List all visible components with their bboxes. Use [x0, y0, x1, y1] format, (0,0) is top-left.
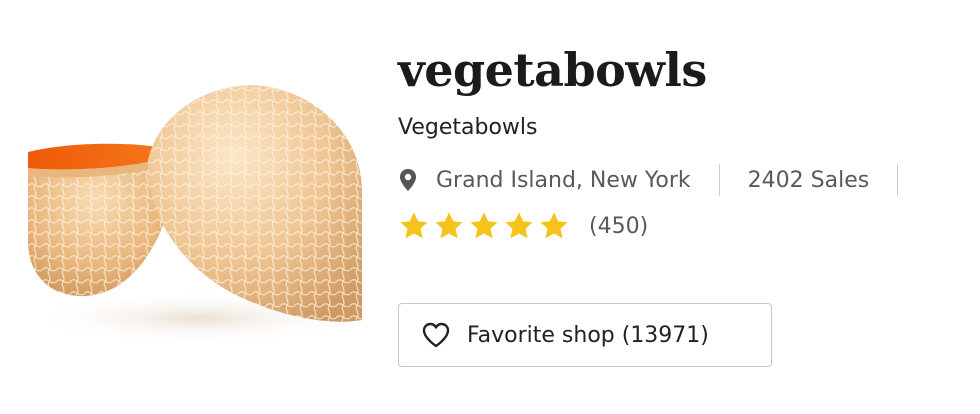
review-count[interactable]: (450)	[589, 214, 648, 239]
melon-bowls-image	[28, 85, 362, 344]
favorite-shop-label: Favorite shop (13971)	[467, 322, 709, 348]
shop-image	[28, 72, 362, 364]
rating-stars	[398, 210, 573, 242]
shop-name: vegetabowls	[398, 43, 707, 97]
star-icon	[398, 210, 430, 242]
shop-rating[interactable]: (450)	[398, 210, 980, 242]
divider	[897, 164, 899, 196]
shop-title: Vegetabowls	[398, 115, 538, 140]
star-icon	[503, 210, 535, 242]
favorite-shop-button[interactable]: Favorite shop (13971)	[398, 303, 772, 367]
shop-info: vegetabowls Vegetabowls Grand Island, Ne…	[398, 40, 980, 367]
divider	[718, 164, 720, 196]
heart-outline-icon	[421, 321, 451, 349]
shop-sales[interactable]: 2402 Sales	[748, 168, 870, 193]
shop-meta: Grand Island, New York 2402 Sales	[398, 164, 980, 196]
star-icon	[538, 210, 570, 242]
shop-location[interactable]: Grand Island, New York	[436, 168, 691, 193]
star-icon	[468, 210, 500, 242]
map-pin-icon	[398, 168, 418, 192]
star-icon	[433, 210, 465, 242]
